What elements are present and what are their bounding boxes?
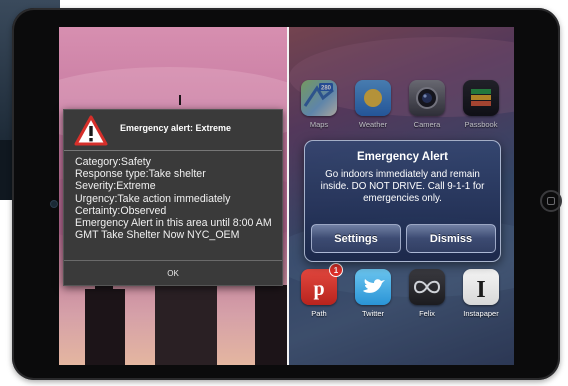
instapaper-icon[interactable]: I (463, 269, 499, 305)
notification-badge: 1 (329, 263, 343, 277)
skyline-building (255, 285, 287, 365)
front-camera (50, 200, 58, 208)
skyline-building (85, 289, 125, 365)
dialog-header: Emergency alert: Extreme (64, 110, 282, 151)
warning-triangle-icon (74, 115, 108, 146)
alert-urgency: Urgency:Take action immediately (75, 192, 231, 205)
android-emergency-alert-dialog: Emergency alert: Extreme Category:Safety… (63, 109, 283, 286)
svg-text:p: p (313, 278, 324, 300)
alert-message: Emergency Alert in this area until 8:00 … (75, 217, 272, 242)
ok-button[interactable]: OK (64, 260, 282, 286)
svg-text:I: I (476, 277, 485, 303)
app-label-felix: Felix (419, 309, 435, 318)
ios-emergency-alert-dialog: Emergency Alert Go indoors immediately a… (304, 140, 501, 262)
dialog-body: Category:Safety Response type:Take shelt… (75, 156, 279, 241)
app-label-path: Path (311, 309, 327, 318)
alert-response-type: Response type:Take shelter (75, 168, 206, 181)
skyline-building (155, 283, 217, 365)
alert-category: Category:Safety (75, 156, 151, 168)
ios-alert-message: Go indoors immediately and remain inside… (320, 169, 485, 204)
dialog-title: Emergency alert: Extreme (120, 123, 232, 133)
ios-alert-title: Emergency Alert (357, 151, 448, 163)
dismiss-button[interactable]: Dismiss (406, 224, 496, 253)
settings-button[interactable]: Settings (311, 224, 401, 253)
alert-certainty: Certainty:Observed (75, 204, 167, 217)
twitter-icon[interactable] (355, 269, 391, 305)
alert-severity: Severity:Extreme (75, 180, 156, 193)
home-button[interactable] (540, 190, 562, 212)
skyline-spire (179, 95, 181, 105)
app-label-twitter: Twitter (361, 309, 385, 318)
app-label-instapaper: Instapaper (463, 309, 499, 318)
felix-icon[interactable] (409, 269, 445, 305)
